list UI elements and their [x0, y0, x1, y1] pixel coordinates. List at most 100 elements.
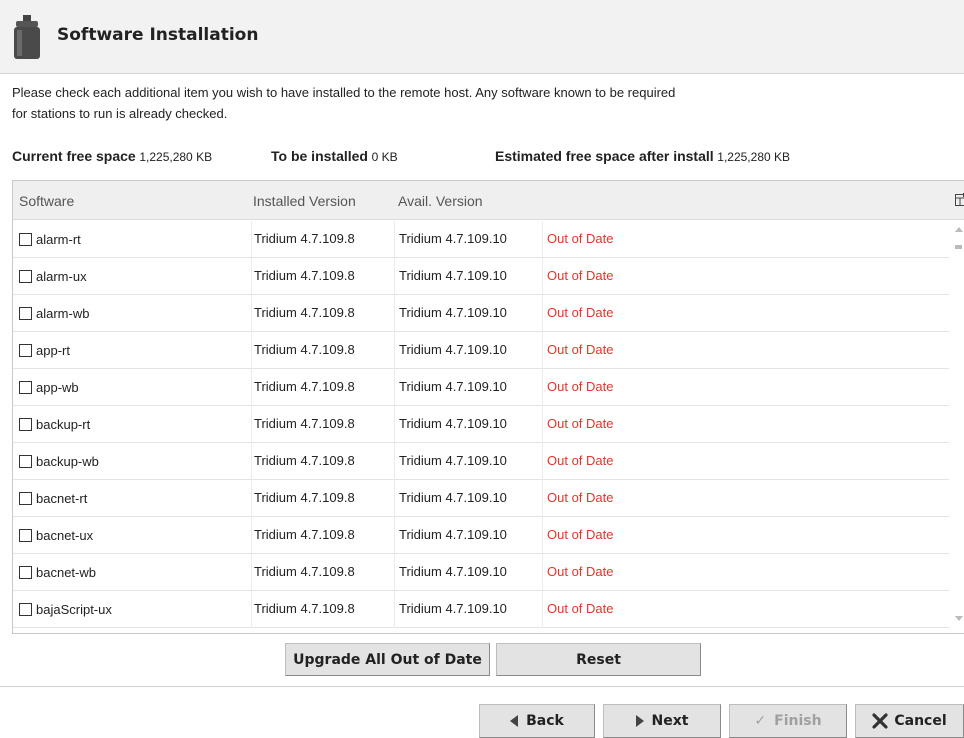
- available-version-cell: Tridium 4.7.109.10: [394, 295, 542, 332]
- available-version-cell: Tridium 4.7.109.10: [394, 554, 542, 591]
- software-name: bacnet-wb: [36, 564, 96, 580]
- install-checkbox[interactable]: [19, 492, 32, 505]
- software-name: bacnet-rt: [36, 490, 88, 506]
- table-row-partial: [13, 628, 949, 633]
- install-checkbox[interactable]: [19, 566, 32, 579]
- back-button[interactable]: Back: [479, 704, 595, 738]
- status-cell: Out of Date: [542, 480, 949, 517]
- software-cell: app-wb: [19, 369, 249, 406]
- reset-button[interactable]: Reset: [496, 643, 701, 676]
- scroll-up-arrow-icon[interactable]: [955, 227, 963, 232]
- to-be-installed: To be installed 0 KB: [271, 148, 398, 164]
- table-row[interactable]: bacnet-ux Tridium 4.7.109.8 Tridium 4.7.10…: [13, 517, 949, 554]
- divider: [0, 686, 964, 687]
- software-name: alarm-wb: [36, 305, 90, 321]
- install-checkbox[interactable]: [19, 233, 32, 246]
- table-row[interactable]: backup-wb Tridium 4.7.109.8 Tridium 4.7.10…: [13, 443, 949, 480]
- status-cell: Out of Date: [542, 221, 949, 258]
- software-package-icon: [14, 15, 40, 59]
- column-chooser-icon[interactable]: [955, 193, 964, 207]
- status-cell: Out of Date: [542, 443, 949, 480]
- table-row[interactable]: bajaScript-ux Tridium 4.7.109.8 Tridium 4.…: [13, 591, 949, 628]
- software-table: Software Installed Version Avail. Versio…: [12, 180, 964, 634]
- next-arrow-icon: [635, 715, 644, 727]
- table-vertical-scrollbar[interactable]: [949, 221, 964, 633]
- next-button[interactable]: Next: [603, 704, 721, 738]
- column-header-avail-version[interactable]: Avail. Version: [398, 193, 483, 209]
- available-version-cell: Tridium 4.7.109.10: [394, 443, 542, 480]
- upgrade-all-out-of-date-button[interactable]: Upgrade All Out of Date: [285, 643, 490, 676]
- scroll-thumb[interactable]: [955, 245, 962, 249]
- installed-version-cell: Tridium 4.7.109.8: [251, 258, 396, 295]
- to-be-installed-label: To be installed: [271, 148, 368, 164]
- installed-version-cell: Tridium 4.7.109.8: [251, 480, 396, 517]
- table-row[interactable]: app-rt Tridium 4.7.109.8 Tridium 4.7.109.1…: [13, 332, 949, 369]
- status-cell: Out of Date: [542, 332, 949, 369]
- table-header: Software Installed Version Avail. Versio…: [13, 181, 964, 220]
- table-row[interactable]: alarm-wb Tridium 4.7.109.8 Tridium 4.7.109…: [13, 295, 949, 332]
- cancel-button-label: Cancel: [894, 713, 947, 729]
- install-checkbox[interactable]: [19, 529, 32, 542]
- software-name: alarm-rt: [36, 231, 81, 247]
- estimated-free-space-label: Estimated free space after install: [495, 148, 714, 164]
- available-version-cell: Tridium 4.7.109.10: [394, 406, 542, 443]
- install-checkbox[interactable]: [19, 603, 32, 616]
- checkmark-icon: ✓: [754, 713, 767, 729]
- installed-version-cell: Tridium 4.7.109.8: [251, 369, 396, 406]
- estimated-free-space-value: 1,225,280 KB: [717, 150, 791, 164]
- install-checkbox[interactable]: [19, 307, 32, 320]
- status-cell: Out of Date: [542, 295, 949, 332]
- installed-version-cell: Tridium 4.7.109.8: [251, 591, 396, 628]
- status-cell: Out of Date: [542, 369, 949, 406]
- install-checkbox[interactable]: [19, 455, 32, 468]
- status-cell: Out of Date: [542, 517, 949, 554]
- available-version-cell: Tridium 4.7.109.10: [394, 517, 542, 554]
- status-cell: Out of Date: [542, 591, 949, 628]
- table-row[interactable]: app-wb Tridium 4.7.109.8 Tridium 4.7.109.1…: [13, 369, 949, 406]
- software-cell: alarm-rt: [19, 221, 249, 258]
- installed-version-cell: Tridium 4.7.109.8: [251, 332, 396, 369]
- table-row[interactable]: bacnet-rt Tridium 4.7.109.8 Tridium 4.7.10…: [13, 480, 949, 517]
- dialog-header: Software Installation: [0, 0, 964, 74]
- cancel-x-icon: [872, 713, 888, 729]
- installed-version-cell: Tridium 4.7.109.8: [251, 406, 396, 443]
- install-checkbox[interactable]: [19, 418, 32, 431]
- table-row[interactable]: alarm-ux Tridium 4.7.109.8 Tridium 4.7.109…: [13, 258, 949, 295]
- software-cell: bacnet-rt: [19, 480, 249, 517]
- table-row[interactable]: bacnet-wb Tridium 4.7.109.8 Tridium 4.7.10…: [13, 554, 949, 591]
- finish-button-label: Finish: [774, 713, 822, 729]
- software-cell: bacnet-wb: [19, 554, 249, 591]
- table-row[interactable]: backup-rt Tridium 4.7.109.8 Tridium 4.7.10…: [13, 406, 949, 443]
- cancel-button[interactable]: Cancel: [855, 704, 964, 738]
- install-checkbox[interactable]: [19, 344, 32, 357]
- finish-button[interactable]: ✓ Finish: [729, 704, 847, 738]
- status-cell: Out of Date: [542, 554, 949, 591]
- scroll-down-arrow-icon[interactable]: [955, 616, 963, 621]
- software-cell: backup-wb: [19, 443, 249, 480]
- software-name: backup-rt: [36, 416, 91, 432]
- software-cell: app-rt: [19, 332, 249, 369]
- column-header-installed-version[interactable]: Installed Version: [253, 193, 356, 209]
- install-checkbox[interactable]: [19, 270, 32, 283]
- software-cell: backup-rt: [19, 406, 249, 443]
- installed-version-cell: Tridium 4.7.109.8: [251, 295, 396, 332]
- software-name: app-wb: [36, 379, 79, 395]
- table-row[interactable]: alarm-rt Tridium 4.7.109.8 Tridium 4.7.109…: [13, 221, 949, 258]
- available-version-cell: Tridium 4.7.109.10: [394, 480, 542, 517]
- software-cell: bacnet-ux: [19, 517, 249, 554]
- current-free-space-value: 1,225,280 KB: [139, 150, 213, 164]
- dialog-title: Software Installation: [57, 25, 259, 45]
- software-name: alarm-ux: [36, 268, 87, 284]
- software-cell: alarm-ux: [19, 258, 249, 295]
- status-cell: Out of Date: [542, 406, 949, 443]
- current-free-space: Current free space 1,225,280 KB: [12, 148, 212, 164]
- back-arrow-icon: [510, 715, 519, 727]
- install-checkbox[interactable]: [19, 381, 32, 394]
- available-version-cell: Tridium 4.7.109.10: [394, 591, 542, 628]
- to-be-installed-value: 0 KB: [371, 150, 398, 164]
- installed-version-cell: Tridium 4.7.109.8: [251, 517, 396, 554]
- software-cell: bajaScript-ux: [19, 591, 249, 628]
- software-name: backup-wb: [36, 453, 99, 469]
- installed-version-cell: Tridium 4.7.109.8: [251, 443, 396, 480]
- column-header-software[interactable]: Software: [19, 193, 74, 209]
